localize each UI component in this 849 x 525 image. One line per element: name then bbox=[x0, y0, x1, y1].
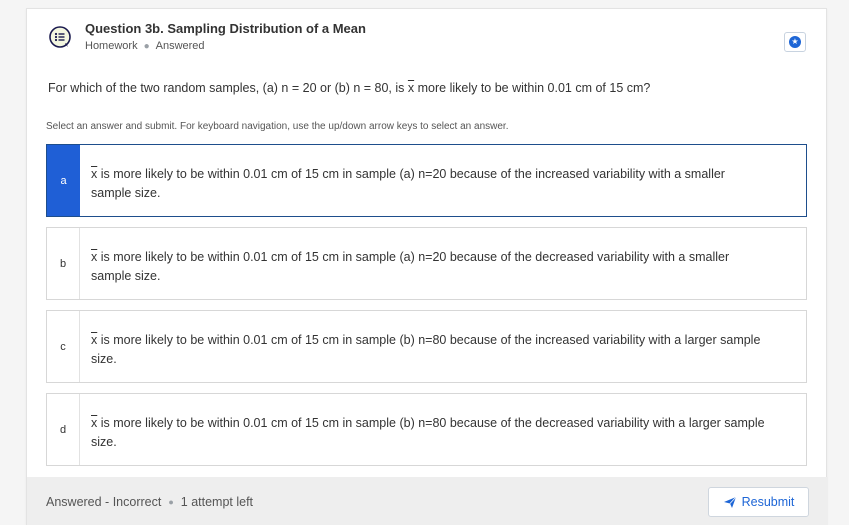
answer-option-d[interactable]: d x is more likely to be within 0.01 cm … bbox=[46, 393, 807, 466]
question-footer: Answered - Incorrect ● 1 attempt left Re… bbox=[27, 477, 828, 525]
answer-option-b[interactable]: b x is more likely to be within 0.01 cm … bbox=[46, 227, 807, 300]
option-text: x is more likely to be within 0.01 cm of… bbox=[91, 167, 725, 200]
resubmit-label: Resubmit bbox=[741, 495, 795, 509]
option-text: x is more likely to be within 0.01 cm of… bbox=[91, 333, 761, 366]
answer-option-a[interactable]: a x is more likely to be within 0.01 cm … bbox=[46, 144, 807, 217]
question-meta: Homework ● Answered bbox=[85, 40, 205, 52]
option-text: x is more likely to be within 0.01 cm of… bbox=[91, 416, 765, 449]
option-text: x is more likely to be within 0.01 cm of… bbox=[91, 250, 730, 283]
answer-option-c[interactable]: c x is more likely to be within 0.01 cm … bbox=[46, 310, 807, 383]
resubmit-button[interactable]: Resubmit bbox=[708, 487, 809, 517]
attempts-left: 1 attempt left bbox=[180, 495, 254, 509]
favorite-button[interactable]: ★ bbox=[784, 32, 806, 52]
option-letter: b bbox=[47, 228, 80, 299]
option-letter: c bbox=[47, 311, 80, 382]
question-text: For which of the two random samples, (a)… bbox=[48, 81, 651, 95]
question-list-icon bbox=[49, 26, 71, 48]
separator-dot: ● bbox=[143, 40, 150, 52]
send-icon bbox=[723, 496, 736, 508]
question-status: Answered bbox=[155, 40, 205, 52]
star-icon: ★ bbox=[789, 36, 801, 48]
question-card: Question 3b. Sampling Distribution of a … bbox=[26, 8, 828, 525]
answer-status: Answered - Incorrect ● 1 attempt left bbox=[46, 495, 253, 509]
option-letter: d bbox=[47, 394, 80, 465]
option-letter: a bbox=[47, 145, 80, 216]
instructions-text: Select an answer and submit. For keyboar… bbox=[46, 121, 509, 132]
question-title: Question 3b. Sampling Distribution of a … bbox=[85, 21, 366, 36]
separator-dot: ● bbox=[168, 497, 174, 507]
question-type: Homework bbox=[85, 40, 138, 52]
result-text: Answered - Incorrect bbox=[46, 495, 162, 509]
